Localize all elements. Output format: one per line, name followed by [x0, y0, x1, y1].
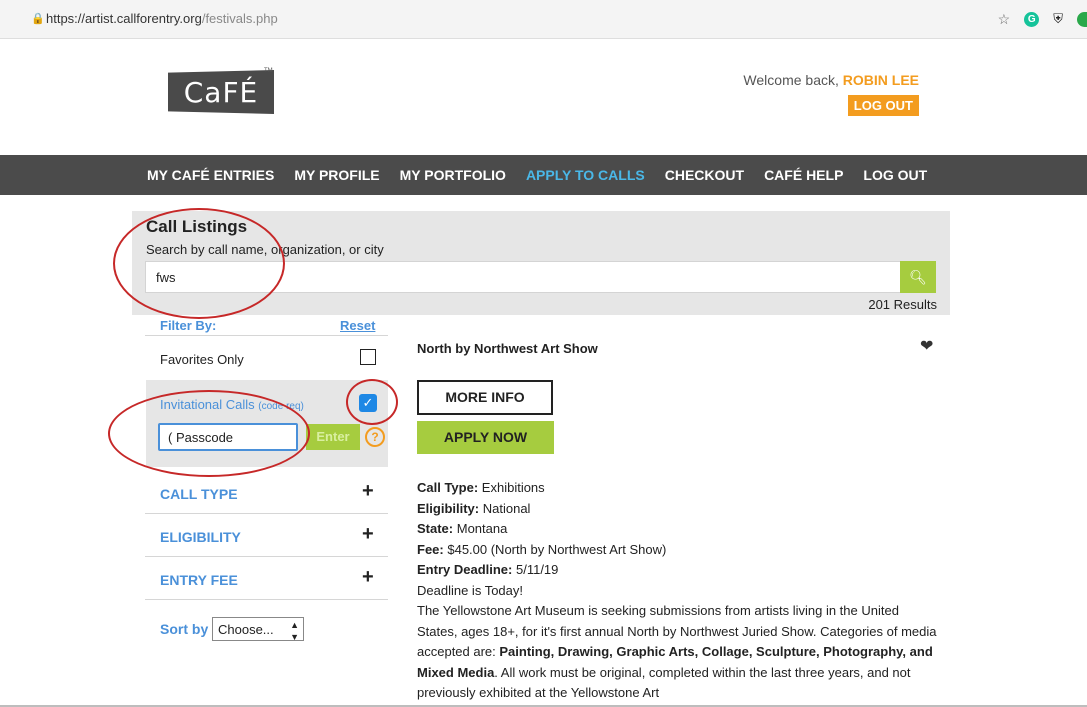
shield-extension-icon[interactable]: ⛨ [1053, 11, 1063, 27]
search-input[interactable] [145, 261, 919, 293]
fee-value: $45.00 (North by Northwest Art Show) [447, 541, 667, 557]
main-nav: MY CAFÉ ENTRIES MY PROFILE MY PORTFOLIO … [0, 155, 1087, 195]
deadline-row: Entry Deadline: 5/11/19 [417, 560, 937, 581]
nav-list: MY CAFÉ ENTRIES MY PROFILE MY PORTFOLIO … [147, 155, 947, 195]
nav-item-my-portfolio[interactable]: MY PORTFOLIO [400, 167, 506, 183]
lock-icon: 🔒 [31, 13, 45, 25]
filter-section-entry-fee[interactable]: ENTRY FEE [160, 572, 238, 588]
eligibility-row: Eligibility: National [417, 499, 937, 520]
help-icon[interactable]: ? [365, 427, 385, 447]
passcode-input[interactable] [158, 423, 298, 451]
filter-section-eligibility[interactable]: ELIGIBILITY [160, 529, 241, 545]
search-icon: 🔍︎ [909, 269, 927, 285]
url-host: https://artist.callforentry.org [46, 11, 202, 26]
divider [145, 599, 388, 600]
nav-item-log-out[interactable]: LOG OUT [863, 167, 927, 183]
expand-plus-icon[interactable]: + [362, 566, 374, 589]
divider [145, 556, 388, 557]
deadline-note: Deadline is Today! [417, 582, 523, 598]
more-info-button[interactable]: MORE INFO [417, 380, 553, 415]
deadline-value: 5/11/19 [515, 562, 559, 577]
browser-toolbar-icons: ☆ G ⛨ [984, 8, 1087, 30]
nav-item-apply-to-calls[interactable]: APPLY TO CALLS [526, 167, 645, 183]
nav-item-my-cafe-entries[interactable]: MY CAFÉ ENTRIES [147, 167, 274, 183]
search-instructions: Search by call name, organization, or ci… [146, 242, 384, 257]
url-field[interactable]: https://artist.callforentry.org/festival… [46, 11, 278, 26]
state-label: State: [417, 521, 454, 536]
logo-trademark: TM [264, 68, 273, 74]
checkmark-icon: ✓ [362, 395, 374, 410]
fee-row: Fee: $45.00 (North by Northwest Art Show… [417, 540, 937, 561]
reset-filters-link[interactable]: Reset [340, 318, 375, 333]
call-listings-search-panel: Call Listings Search by call name, organ… [132, 211, 950, 315]
eligibility-label: Eligibility: [417, 500, 480, 516]
sort-by-label: Sort by [160, 621, 209, 637]
favorite-heart-icon[interactable]: ❤︎ [920, 336, 933, 356]
call-type-label: Call Type: [417, 480, 479, 495]
apply-now-button[interactable]: APPLY NOW [417, 421, 554, 454]
call-type-value: Exhibitions [481, 480, 545, 495]
invitational-note: (code req) [258, 401, 304, 412]
divider [145, 335, 388, 336]
divider [145, 513, 388, 514]
sort-by-select[interactable]: Choose... ▲ ▼ [212, 617, 304, 642]
nav-item-cafe-help[interactable]: CAFÉ HELP [764, 167, 843, 183]
listing-details: Call Type: Exhibitions Eligibility: Nati… [417, 478, 937, 704]
enter-passcode-button[interactable]: Enter [306, 424, 360, 450]
cafe-logo[interactable]: CaFÉ [168, 70, 274, 114]
grammarly-icon[interactable]: G [1024, 11, 1040, 27]
expand-plus-icon[interactable]: + [362, 480, 374, 503]
welcome-message: Welcome back, ROBIN LEE [743, 72, 919, 88]
sort-selected-value: Choose... [218, 622, 274, 637]
filter-heading: Filter By: [160, 318, 217, 333]
nav-item-checkout[interactable]: CHECKOUT [665, 167, 744, 183]
listing-description: The Yellowstone Art Museum is seeking su… [417, 601, 937, 704]
logo-text: CaFÉ [183, 75, 259, 109]
listing-title[interactable]: North by Northwest Art Show [417, 341, 598, 356]
search-button[interactable]: 🔍︎ [900, 261, 936, 293]
fee-label: Fee: [417, 541, 444, 557]
filter-section-call-type[interactable]: CALL TYPE [160, 486, 238, 502]
invitational-calls-label: Invitational Calls (code req) [160, 397, 304, 412]
call-type-row: Call Type: Exhibitions [417, 478, 937, 499]
results-count: 201 Results [868, 297, 937, 312]
select-arrows-icon: ▲ ▼ [290, 620, 299, 642]
favorites-only-checkbox[interactable] [360, 349, 376, 365]
page-title: Call Listings [146, 217, 248, 236]
user-name: ROBIN LEE [842, 72, 919, 88]
state-value: Montana [456, 521, 508, 536]
logout-button[interactable]: LOG OUT [847, 95, 919, 116]
deadline-label: Entry Deadline: [417, 562, 513, 577]
url-path: /festivals.php [201, 11, 278, 26]
invitational-calls-checkbox[interactable]: ✓ [359, 394, 377, 412]
invitational-label-text: Invitational Calls [160, 397, 255, 412]
star-icon[interactable]: ☆ [998, 11, 1011, 28]
welcome-prefix: Welcome back, [743, 72, 843, 88]
eligibility-value: National [482, 500, 531, 516]
favorites-only-label: Favorites Only [160, 352, 244, 367]
browser-address-bar: 🔒 https://artist.callforentry.org/festiv… [0, 0, 1087, 39]
extension-icon[interactable] [1077, 11, 1087, 27]
nav-item-my-profile[interactable]: MY PROFILE [294, 167, 379, 183]
state-row: State: Montana [417, 519, 937, 540]
expand-plus-icon[interactable]: + [362, 523, 374, 546]
